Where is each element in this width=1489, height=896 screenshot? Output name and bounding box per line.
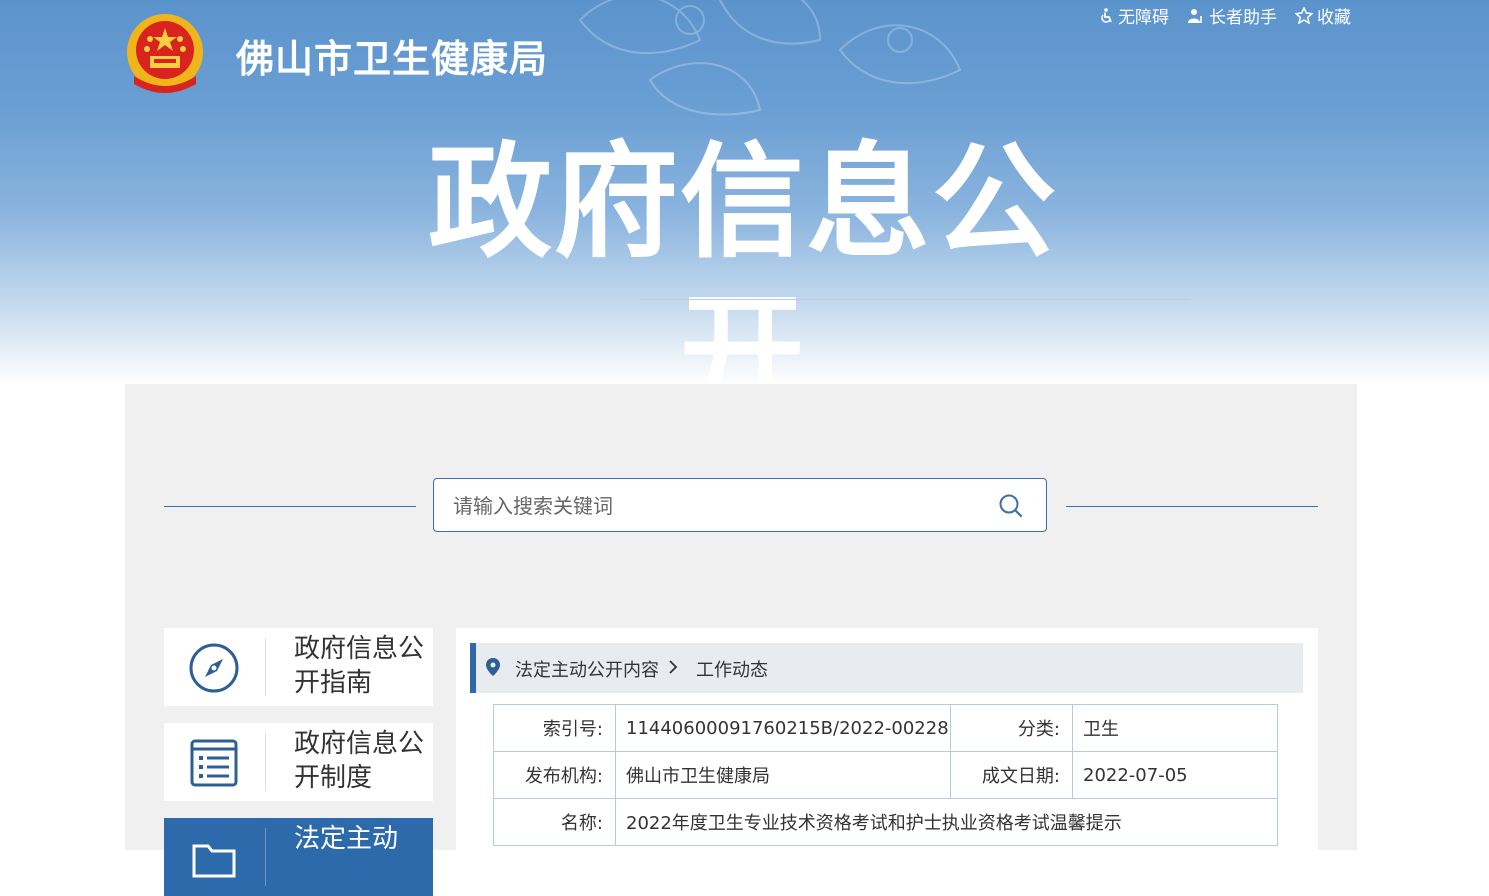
name-value: 2022年度卫生专业技术资格考试和护士执业资格考试温馨提示 bbox=[615, 798, 1278, 846]
category-label: 分类: bbox=[950, 704, 1073, 752]
sidebar-item-guide[interactable]: 政府信息公开指南 bbox=[164, 628, 433, 706]
sidebar-item-label: 政府信息公开指南 bbox=[294, 634, 425, 698]
index-label: 索引号: bbox=[493, 704, 616, 752]
accessibility-label: 无障碍 bbox=[1118, 8, 1169, 28]
publisher-label: 发布机构: bbox=[493, 751, 616, 799]
folder-icon bbox=[192, 844, 236, 878]
sidebar-item-statutory[interactable]: 法定主动 bbox=[164, 818, 433, 896]
location-pin-icon bbox=[486, 658, 500, 676]
accessibility-link[interactable]: 无障碍 bbox=[1098, 3, 1169, 28]
favorite-link[interactable]: 收藏 bbox=[1295, 3, 1351, 28]
date-label: 成文日期: bbox=[950, 751, 1073, 799]
hero-title: 政府信息公开 bbox=[427, 131, 1058, 385]
site-title[interactable]: 佛山市卫生健康局 bbox=[236, 28, 548, 83]
compass-icon bbox=[189, 643, 239, 693]
sidebar-separator bbox=[265, 733, 266, 791]
header-banner: 佛山市卫生健康局 无障碍 长者助手 收藏 政府信息公开 bbox=[0, 0, 1489, 385]
national-emblem-icon bbox=[127, 14, 203, 93]
main-content: 政府信息公开指南 政府信息公开制度 法定主动 法定主动公开内容 bbox=[125, 384, 1357, 896]
category-value: 卫生 bbox=[1072, 704, 1278, 752]
table-row: 发布机构: 佛山市卫生健康局 成文日期: 2022-07-05 bbox=[493, 751, 1278, 799]
sidebar-separator bbox=[265, 828, 266, 886]
elder-helper-icon bbox=[1188, 8, 1202, 23]
index-value: 11440600091760215B/2022-00228 bbox=[615, 704, 951, 752]
document-list-icon bbox=[190, 739, 238, 787]
date-value: 2022-07-05 bbox=[1072, 751, 1278, 799]
star-icon bbox=[1295, 7, 1313, 24]
favorite-label: 收藏 bbox=[1317, 8, 1351, 28]
info-table: 索引号: 11440600091760215B/2022-00228 分类: 卫… bbox=[493, 704, 1278, 846]
detail-panel: 法定主动公开内容 工作动态 索引号: 11440600091760215B/20… bbox=[456, 628, 1318, 850]
table-row: 名称: 2022年度卫生专业技术资格考试和护士执业资格考试温馨提示 bbox=[493, 798, 1278, 846]
breadcrumb-item-statutory[interactable]: 法定主动公开内容 bbox=[515, 656, 659, 682]
sidebar-separator bbox=[265, 638, 266, 696]
search-divider-left bbox=[164, 506, 416, 507]
top-links: 无障碍 长者助手 收藏 bbox=[1098, 3, 1351, 28]
sidebar-item-system[interactable]: 政府信息公开制度 bbox=[164, 723, 433, 801]
sidebar-item-label: 政府信息公开制度 bbox=[294, 729, 425, 793]
chevron-right-icon bbox=[669, 660, 678, 674]
flower-decoration-icon bbox=[578, 0, 962, 116]
elder-helper-label: 长者助手 bbox=[1209, 8, 1277, 28]
search-icon[interactable] bbox=[998, 493, 1024, 519]
table-row: 索引号: 11440600091760215B/2022-00228 分类: 卫… bbox=[493, 704, 1278, 752]
search-input[interactable] bbox=[451, 490, 975, 522]
name-label: 名称: bbox=[493, 798, 616, 846]
search-box bbox=[433, 478, 1047, 532]
search-divider-right bbox=[1066, 506, 1318, 507]
breadcrumb-item-work-news[interactable]: 工作动态 bbox=[696, 656, 768, 682]
hero-divider bbox=[640, 299, 1189, 300]
wheelchair-icon bbox=[1101, 7, 1112, 23]
sidebar-item-label: 法定主动 bbox=[294, 824, 399, 854]
breadcrumb: 法定主动公开内容 工作动态 bbox=[470, 643, 1303, 693]
publisher-value: 佛山市卫生健康局 bbox=[615, 751, 951, 799]
elder-helper-link[interactable]: 长者助手 bbox=[1187, 3, 1277, 28]
